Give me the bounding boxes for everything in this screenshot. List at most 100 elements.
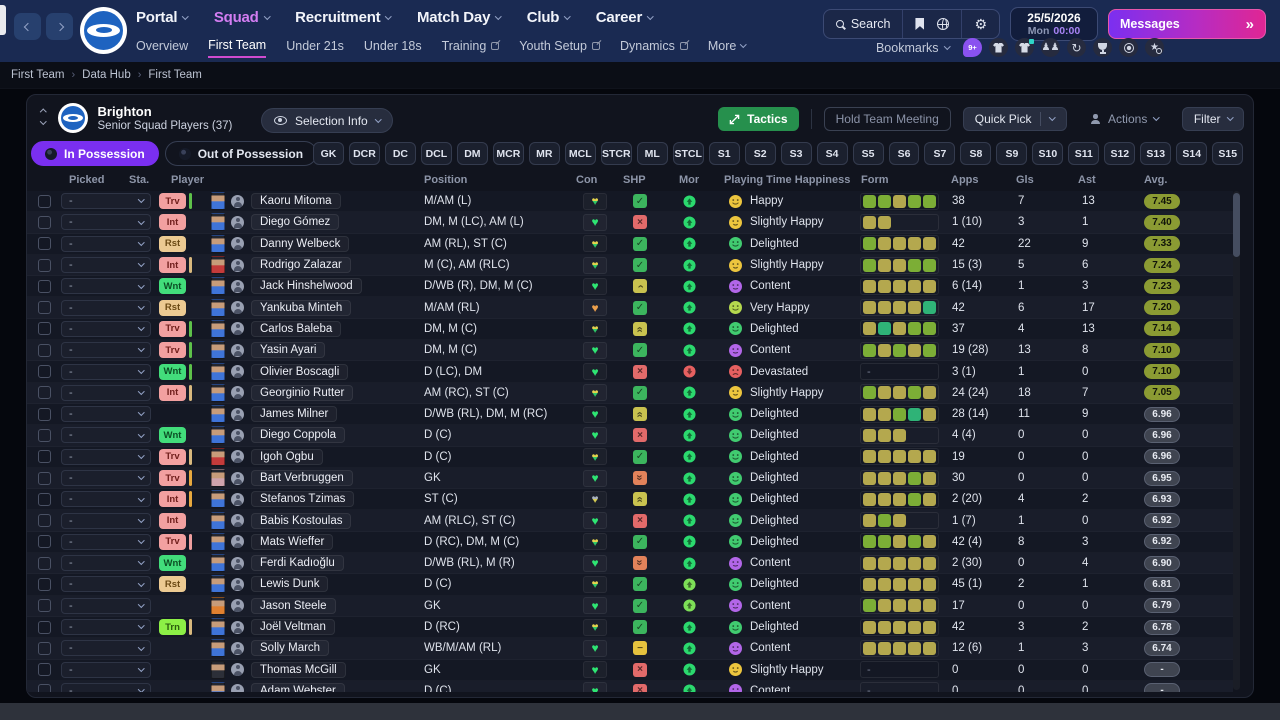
player-name[interactable]: Georginio Rutter bbox=[251, 384, 354, 401]
form-square[interactable] bbox=[878, 407, 891, 421]
form-square[interactable] bbox=[893, 599, 906, 613]
status-badge[interactable]: Int bbox=[159, 214, 186, 231]
form-square[interactable] bbox=[878, 258, 891, 272]
player-photo[interactable] bbox=[211, 469, 225, 487]
status-badge[interactable]: Wnt bbox=[159, 363, 186, 380]
form-square[interactable] bbox=[908, 471, 921, 485]
row-checkbox[interactable] bbox=[38, 556, 51, 570]
selection-info-dropdown[interactable]: Selection Info bbox=[261, 108, 394, 133]
form-square[interactable] bbox=[923, 258, 936, 272]
nav-menu-career[interactable]: Career bbox=[596, 9, 654, 26]
position-filter-dc[interactable]: DC bbox=[384, 142, 416, 165]
position-filter-dcr[interactable]: DCR bbox=[348, 142, 380, 165]
form-square[interactable] bbox=[923, 492, 936, 506]
form-square[interactable] bbox=[863, 237, 876, 251]
player-name[interactable]: Bart Verbruggen bbox=[251, 470, 353, 486]
status-badge[interactable]: Trv bbox=[159, 448, 186, 465]
player-avatar-icon[interactable] bbox=[231, 407, 244, 421]
form-square[interactable] bbox=[863, 599, 876, 613]
row-checkbox[interactable] bbox=[38, 535, 51, 549]
player-avatar-icon[interactable] bbox=[231, 663, 244, 677]
form-square[interactable] bbox=[908, 301, 921, 315]
picked-dropdown[interactable]: - bbox=[61, 320, 151, 337]
player-avatar-icon[interactable] bbox=[231, 237, 244, 251]
status-badge[interactable]: Rst bbox=[159, 235, 186, 252]
player-avatar-icon[interactable] bbox=[231, 535, 244, 549]
form-square[interactable] bbox=[878, 577, 891, 591]
form-square[interactable] bbox=[878, 492, 891, 506]
table-row[interactable]: - Trv Bart Verbruggen GK ♥ « Delighted 30 0 0 6.95 bbox=[27, 467, 1233, 490]
column-header-form[interactable]: Form bbox=[854, 174, 942, 186]
player-name[interactable]: Jack Hinshelwood bbox=[251, 278, 362, 295]
form-square[interactable] bbox=[893, 471, 906, 485]
form-square[interactable] bbox=[908, 450, 921, 464]
row-checkbox[interactable] bbox=[38, 514, 51, 528]
position-filter-ml[interactable]: ML bbox=[636, 142, 668, 165]
player-name[interactable]: Adam Webster bbox=[251, 682, 345, 692]
player-avatar-icon[interactable] bbox=[231, 343, 244, 357]
form-square[interactable] bbox=[923, 386, 936, 400]
bookmarks-dropdown[interactable]: Bookmarks bbox=[876, 41, 950, 55]
table-row[interactable]: - Adam Webster D (C) ♥ × Content - 0 0 0 - bbox=[27, 680, 1233, 692]
player-photo[interactable] bbox=[211, 277, 225, 296]
status-badge[interactable]: Trv bbox=[159, 342, 186, 359]
form-square[interactable] bbox=[908, 194, 921, 208]
column-header-ast[interactable]: Ast bbox=[1068, 174, 1128, 186]
form-square[interactable] bbox=[923, 556, 936, 570]
player-photo[interactable] bbox=[211, 426, 225, 445]
form-square[interactable] bbox=[878, 343, 891, 357]
player-photo[interactable] bbox=[211, 383, 225, 402]
row-checkbox[interactable] bbox=[38, 386, 51, 400]
picked-dropdown[interactable]: - bbox=[61, 257, 151, 274]
row-checkbox[interactable] bbox=[38, 663, 51, 677]
picked-dropdown[interactable]: - bbox=[61, 235, 151, 252]
form-square[interactable] bbox=[893, 641, 906, 655]
form-square[interactable] bbox=[863, 386, 876, 400]
row-checkbox[interactable] bbox=[38, 194, 51, 208]
chat-bubble-icon[interactable]: 9+ bbox=[963, 38, 982, 57]
form-square[interactable] bbox=[863, 407, 876, 421]
position-filter-s9[interactable]: S9 bbox=[996, 142, 1028, 165]
star-search-icon[interactable]: ★ bbox=[1145, 38, 1164, 57]
player-photo[interactable] bbox=[211, 256, 225, 275]
form-square[interactable] bbox=[863, 215, 876, 229]
player-photo[interactable] bbox=[211, 319, 225, 338]
table-row[interactable]: - Thomas McGill GK ♥ × Slightly Happy - 0 0 0 - bbox=[27, 659, 1233, 681]
table-row[interactable]: - James Milner D/WB (RL), DM, M (RC) ♥ « Deli… bbox=[27, 403, 1233, 426]
form-square[interactable] bbox=[893, 386, 906, 400]
form-square[interactable] bbox=[893, 279, 906, 293]
form-square[interactable] bbox=[908, 386, 921, 400]
status-badge[interactable]: Int bbox=[159, 257, 186, 274]
form-square[interactable] bbox=[923, 599, 936, 613]
position-filter-s2[interactable]: S2 bbox=[744, 142, 776, 165]
form-square[interactable] bbox=[878, 279, 891, 293]
position-filter-mcl[interactable]: MCL bbox=[564, 142, 596, 165]
column-header-con[interactable]: Con bbox=[569, 174, 619, 186]
form-square[interactable] bbox=[863, 301, 876, 315]
row-checkbox[interactable] bbox=[38, 322, 51, 336]
player-name[interactable]: Olivier Boscagli bbox=[251, 363, 349, 380]
player-name[interactable]: Babis Kostoulas bbox=[251, 512, 352, 529]
table-row[interactable]: - Int Stefanos Tzimas ST (C) ♥ « Delighted 2 (2… bbox=[27, 489, 1233, 511]
status-badge[interactable]: Trv bbox=[159, 193, 186, 210]
column-header-shp[interactable]: SHP bbox=[619, 174, 669, 186]
forward-button[interactable] bbox=[46, 13, 73, 40]
picked-dropdown[interactable]: - bbox=[61, 214, 151, 231]
subnav-item-under-21s[interactable]: Under 21s bbox=[286, 39, 344, 57]
position-filter-s11[interactable]: S11 bbox=[1068, 142, 1100, 165]
picked-dropdown[interactable]: - bbox=[61, 470, 151, 486]
player-avatar-icon[interactable] bbox=[231, 599, 244, 613]
row-checkbox[interactable] bbox=[38, 577, 51, 591]
back-button[interactable] bbox=[14, 13, 41, 40]
player-photo[interactable] bbox=[211, 618, 225, 637]
table-row[interactable]: - Trn Joël Veltman D (RC) ♥ ✓ Delighted 42 3 2 6.7… bbox=[27, 616, 1233, 639]
form-square[interactable] bbox=[908, 322, 921, 336]
form-square[interactable] bbox=[923, 322, 936, 336]
trophy-icon[interactable] bbox=[1093, 38, 1112, 57]
picked-dropdown[interactable]: - bbox=[61, 342, 151, 359]
actions-button[interactable]: Actions bbox=[1079, 107, 1170, 131]
picked-dropdown[interactable]: - bbox=[61, 384, 151, 401]
form-square[interactable] bbox=[863, 450, 876, 464]
form-square[interactable] bbox=[878, 535, 891, 549]
player-name[interactable]: Joël Veltman bbox=[251, 619, 335, 636]
